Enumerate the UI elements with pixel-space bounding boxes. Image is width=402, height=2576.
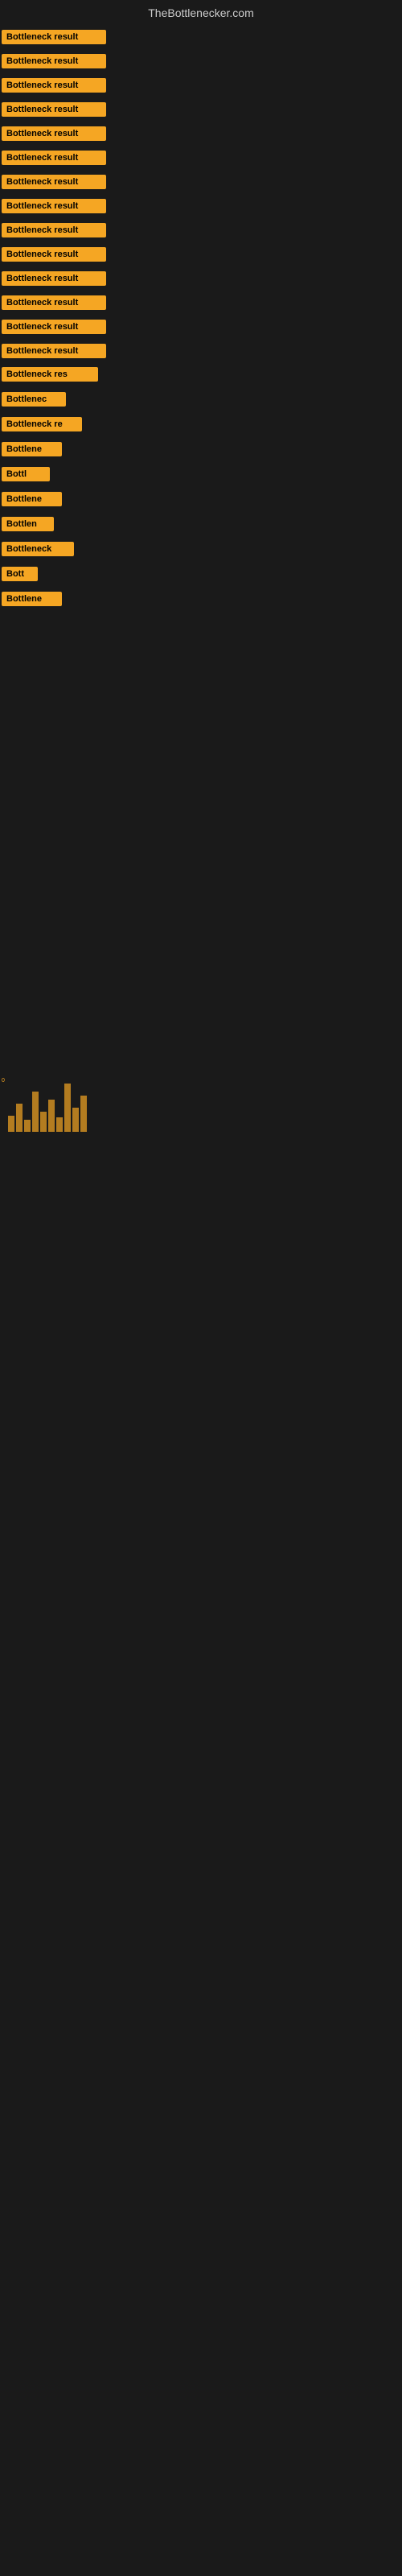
bottleneck-row-22: Bottleneck <box>0 539 402 564</box>
items-container: Bottleneck result Bottleneck result Bottle… <box>0 23 402 617</box>
bottleneck-row-14: Bottleneck result <box>0 340 402 364</box>
bottleneck-label-3[interactable]: Bottleneck result <box>2 78 106 93</box>
chart-bar <box>72 1108 79 1132</box>
chart-bar <box>40 1112 47 1132</box>
bottleneck-row-19: Bottl <box>0 464 402 489</box>
chart-bar <box>56 1117 63 1132</box>
bottleneck-row-4: Bottleneck result <box>0 98 402 122</box>
bottleneck-row-12: Bottleneck result <box>0 291 402 316</box>
bottleneck-label-23[interactable]: Bott <box>2 567 38 581</box>
bottleneck-row-3: Bottleneck result <box>0 74 402 98</box>
bottleneck-row-8: Bottleneck result <box>0 195 402 219</box>
bottleneck-row-1: Bottleneck result <box>0 26 402 50</box>
site-header: TheBottlenecker.com <box>0 0 402 23</box>
bottleneck-row-9: Bottleneck result <box>0 219 402 243</box>
bottleneck-row-21: Bottlen <box>0 514 402 539</box>
bottleneck-row-15: Bottleneck res <box>0 364 402 389</box>
bottleneck-label-7[interactable]: Bottleneck result <box>2 175 106 189</box>
bottleneck-label-19[interactable]: Bottl <box>2 467 50 481</box>
bottleneck-label-1[interactable]: Bottleneck result <box>2 30 106 44</box>
bottleneck-label-20[interactable]: Bottlene <box>2 492 62 506</box>
bottleneck-row-2: Bottleneck result <box>0 50 402 74</box>
bottleneck-label-9[interactable]: Bottleneck result <box>2 223 106 237</box>
bottleneck-row-16: Bottlenec <box>0 389 402 414</box>
chart-bar <box>16 1104 23 1132</box>
chart-bar <box>32 1092 39 1132</box>
bottleneck-row-5: Bottleneck result <box>0 122 402 147</box>
chart-area: 0 <box>0 649 402 1132</box>
bottleneck-label-17[interactable]: Bottleneck re <box>2 417 82 431</box>
bottleneck-row-13: Bottleneck result <box>0 316 402 340</box>
bottom-spacer <box>0 1132 402 1776</box>
bottleneck-row-20: Bottlene <box>0 489 402 514</box>
chart-bar <box>8 1116 14 1132</box>
bottleneck-row-18: Bottlene <box>0 439 402 464</box>
bottleneck-row-23: Bott <box>0 564 402 588</box>
chart-bars <box>0 810 402 1132</box>
chart-bar <box>48 1100 55 1132</box>
bottleneck-label-5[interactable]: Bottleneck result <box>2 126 106 141</box>
bottleneck-row-11: Bottleneck result <box>0 267 402 291</box>
bottleneck-row-6: Bottleneck result <box>0 147 402 171</box>
bottleneck-row-17: Bottleneck re <box>0 414 402 439</box>
bottleneck-label-24[interactable]: Bottlene <box>2 592 62 606</box>
bottleneck-label-16[interactable]: Bottlenec <box>2 392 66 407</box>
bottleneck-label-22[interactable]: Bottleneck <box>2 542 74 556</box>
bottleneck-row-24: Bottlene <box>0 588 402 613</box>
spacer-1 <box>0 617 402 649</box>
bottleneck-label-6[interactable]: Bottleneck result <box>2 151 106 165</box>
bottleneck-label-18[interactable]: Bottlene <box>2 442 62 456</box>
bottleneck-label-10[interactable]: Bottleneck result <box>2 247 106 262</box>
bottleneck-label-12[interactable]: Bottleneck result <box>2 295 106 310</box>
site-title: TheBottlenecker.com <box>148 6 254 19</box>
bottleneck-label-14[interactable]: Bottleneck result <box>2 344 106 358</box>
bottleneck-row-7: Bottleneck result <box>0 171 402 195</box>
chart-bar <box>80 1096 87 1132</box>
bottleneck-label-15[interactable]: Bottleneck res <box>2 367 98 382</box>
bottleneck-label-8[interactable]: Bottleneck result <box>2 199 106 213</box>
chart-bar <box>24 1120 31 1132</box>
bottleneck-label-21[interactable]: Bottlen <box>2 517 54 531</box>
bottleneck-label-13[interactable]: Bottleneck result <box>2 320 106 334</box>
bottleneck-label-4[interactable]: Bottleneck result <box>2 102 106 117</box>
chart-bar <box>64 1084 71 1132</box>
bottleneck-row-10: Bottleneck result <box>0 243 402 267</box>
bottleneck-label-11[interactable]: Bottleneck result <box>2 271 106 286</box>
bottleneck-label-2[interactable]: Bottleneck result <box>2 54 106 68</box>
